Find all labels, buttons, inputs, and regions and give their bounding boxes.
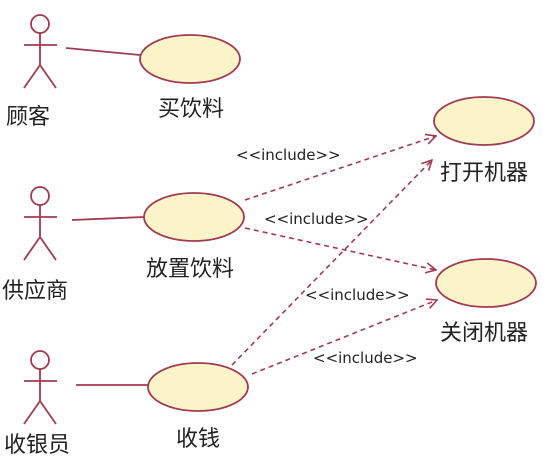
- actor-cashier: [23, 350, 57, 425]
- usecase-close-machine: [435, 258, 537, 308]
- actor-head: [30, 186, 50, 206]
- actor-leg-left: [23, 400, 41, 425]
- actor-leg-left: [23, 236, 41, 261]
- usecase-label-stock-drink: 放置饮料: [146, 257, 234, 282]
- association-supplier-stock: [71, 216, 145, 221]
- include-label-cash-open: <<include>>: [305, 286, 410, 304]
- association-customer-buy: [65, 47, 141, 56]
- actor-label-supplier: 供应商: [2, 279, 68, 304]
- include-label-cash-close: <<include>>: [313, 349, 418, 367]
- actor-label-customer: 顾客: [6, 105, 50, 130]
- actor-leg-left: [23, 64, 41, 89]
- actor-supplier: [23, 186, 57, 261]
- usecase-stock-drink: [143, 192, 245, 242]
- usecase-label-close-machine: 关闭机器: [440, 321, 528, 346]
- actor-leg-right: [39, 64, 57, 89]
- include-label-stock-close: <<include>>: [264, 210, 369, 228]
- usecase-buy-drink: [139, 34, 241, 84]
- usecase-collect-money: [147, 362, 249, 412]
- associations: [65, 47, 150, 386]
- actor-customer: [23, 14, 57, 89]
- include-arrow-cash-to-open: [231, 160, 432, 366]
- actor-head: [30, 14, 50, 34]
- actor-leg-right: [39, 400, 57, 425]
- actor-label-cashier: 收银员: [4, 433, 70, 458]
- usecase-label-buy-drink: 买饮料: [158, 97, 224, 122]
- actor-leg-right: [39, 236, 57, 261]
- usecase-label-open-machine: 打开机器: [440, 161, 528, 186]
- use-case-diagram: <<include>> <<include>> <<include>> <<in…: [2, 14, 537, 458]
- usecase-label-collect-money: 收钱: [176, 427, 220, 452]
- include-label-stock-open: <<include>>: [236, 146, 341, 164]
- usecase-open-machine: [433, 96, 535, 146]
- include-arrow-stock-to-close: [244, 227, 436, 270]
- actor-head: [30, 350, 50, 370]
- include-dependencies: [231, 136, 437, 375]
